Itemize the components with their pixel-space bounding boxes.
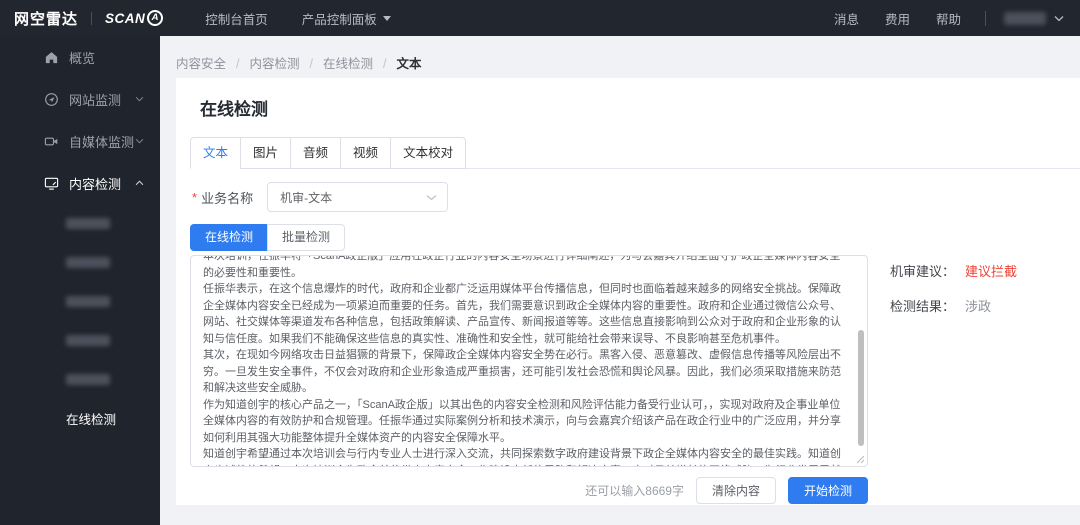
logo-a-badge: A [147, 10, 164, 26]
brand-divider [91, 11, 93, 25]
online-detect-mode-button[interactable]: 在线检测 [190, 224, 269, 251]
tab-text-proofread[interactable]: 文本校对 [390, 137, 467, 169]
detection-verdict-value: 涉政 [965, 299, 992, 314]
scana-logo: SCAN A [105, 10, 164, 26]
nav-messages[interactable]: 消息 [834, 9, 859, 28]
sidebar-item-label: 内容检测 [69, 176, 122, 192]
machine-suggestion-row: 机审建议： 建议拦截 [890, 261, 1017, 280]
tab-audio[interactable]: 音频 [290, 137, 342, 169]
sidebar-subitem-label: 在线检测 [66, 413, 117, 427]
detect-mode-toggle: 在线检测 批量检测 [190, 224, 346, 251]
tab-video[interactable]: 视频 [340, 137, 392, 169]
resize-handle[interactable] [856, 455, 865, 464]
redacted-label [66, 296, 110, 307]
username-redacted [1004, 11, 1046, 25]
redacted-label [66, 374, 110, 385]
detection-result-panel: 机审建议： 建议拦截 检测结果： 涉政 [890, 261, 1017, 331]
machine-suggestion-label: 机审建议： [890, 264, 956, 279]
chevron-down-icon [135, 96, 144, 102]
nav-console-home[interactable]: 控制台首页 [205, 9, 268, 28]
caret-down-icon [382, 15, 391, 21]
redacted-label [66, 257, 110, 268]
remaining-count: 还可以输入8669字 [585, 484, 684, 498]
machine-suggestion-value: 建议拦截 [965, 264, 1018, 279]
sidebar-item-label: 网站监测 [69, 92, 122, 108]
app-window: 网空雷达 SCAN A 控制台首页 产品控制面板 消息 费用 帮助 概览 网站监… [0, 0, 1080, 525]
nav-help[interactable]: 帮助 [936, 9, 961, 28]
user-menu[interactable] [1004, 11, 1064, 25]
breadcrumb-item[interactable]: 内容安全 [176, 53, 226, 72]
redacted-label [66, 335, 110, 346]
business-name-select[interactable]: 机审-文本 [267, 182, 449, 212]
nav-divider [985, 10, 986, 26]
content-card: 在线检测 文本 图片 音频 视频 文本校对 * 业务名称 机审-文本 在线检测 … [176, 78, 1080, 505]
tab-image[interactable]: 图片 [240, 137, 292, 169]
sidebar-item-label: 概览 [69, 50, 96, 66]
detect-text-content: 本次培训，任振华将「ScanA政企版」应用在政企行业的内容安全场景进行详细阐述，… [203, 255, 841, 466]
top-menu: 控制台首页 产品控制面板 [205, 9, 425, 28]
sidebar-subitem-redacted[interactable] [0, 204, 160, 243]
nav-product-panel[interactable]: 产品控制面板 [302, 9, 391, 28]
chevron-down-icon [135, 138, 144, 144]
page-title: 在线检测 [200, 100, 268, 119]
home-icon [44, 50, 59, 65]
breadcrumb-item[interactable]: 内容检测 [226, 53, 300, 72]
sidebar-item-selfmedia-monitoring[interactable]: 自媒体监测 [0, 120, 160, 162]
sidebar-subitem-redacted[interactable] [0, 360, 160, 399]
breadcrumb-item[interactable]: 在线检测 [300, 53, 373, 72]
sidebar: 概览 网站监测 自媒体监测 内容检测 在线检测 [0, 36, 160, 525]
detect-text-input[interactable]: 本次培训，任振华将「ScanA政企版」应用在政企行业的内容安全场景进行详细阐述，… [190, 255, 868, 467]
batch-detect-mode-button[interactable]: 批量检测 [267, 224, 346, 251]
sidebar-subitem-redacted[interactable] [0, 282, 160, 321]
chevron-down-icon [1054, 15, 1064, 22]
logo-text: SCAN [105, 10, 146, 26]
sidebar-subitem-redacted[interactable] [0, 321, 160, 360]
content-detection-icon [44, 176, 59, 191]
nav-product-panel-label: 产品控制面板 [301, 12, 377, 27]
brand-name: 网空雷达 [14, 10, 79, 28]
sidebar-subitem-online-detection[interactable]: 在线检测 [0, 399, 160, 438]
detection-verdict-row: 检测结果： 涉政 [890, 296, 1017, 315]
redacted-label [66, 218, 110, 229]
breadcrumb-current: 文本 [373, 53, 422, 72]
chevron-up-icon [135, 180, 144, 186]
detection-type-tabs: 文本 图片 音频 视频 文本校对 [190, 137, 1080, 169]
breadcrumb: 内容安全 内容检测 在线检测 文本 [176, 53, 422, 72]
business-name-label: 业务名称 [201, 190, 254, 206]
sidebar-item-overview[interactable]: 概览 [0, 36, 160, 78]
business-name-row: * 业务名称 机审-文本 [192, 182, 449, 212]
nav-billing[interactable]: 费用 [885, 9, 910, 28]
media-monitor-icon [44, 134, 59, 149]
textarea-scrollbar[interactable] [858, 330, 864, 446]
sidebar-item-website-monitoring[interactable]: 网站监测 [0, 78, 160, 120]
top-navbar: 网空雷达 SCAN A 控制台首页 产品控制面板 消息 费用 帮助 [0, 0, 1080, 36]
chevron-down-icon [426, 194, 437, 201]
business-name-value: 机审-文本 [280, 190, 333, 205]
clear-content-button[interactable]: 清除内容 [695, 477, 776, 504]
sidebar-subitem-redacted[interactable] [0, 243, 160, 282]
sidebar-item-label: 自媒体监测 [69, 134, 135, 150]
tab-text[interactable]: 文本 [190, 137, 242, 169]
textarea-footer: 还可以输入8669字 清除内容 开始检测 [190, 477, 868, 504]
required-mark: * [192, 189, 198, 205]
detection-verdict-label: 检测结果： [890, 299, 956, 314]
sidebar-item-content-detection[interactable]: 内容检测 [0, 162, 160, 204]
start-detect-button[interactable]: 开始检测 [787, 477, 868, 504]
website-monitor-icon [44, 92, 59, 107]
main-area: 内容安全 内容检测 在线检测 文本 在线检测 文本 图片 音频 视频 文本校对 … [160, 36, 1080, 525]
